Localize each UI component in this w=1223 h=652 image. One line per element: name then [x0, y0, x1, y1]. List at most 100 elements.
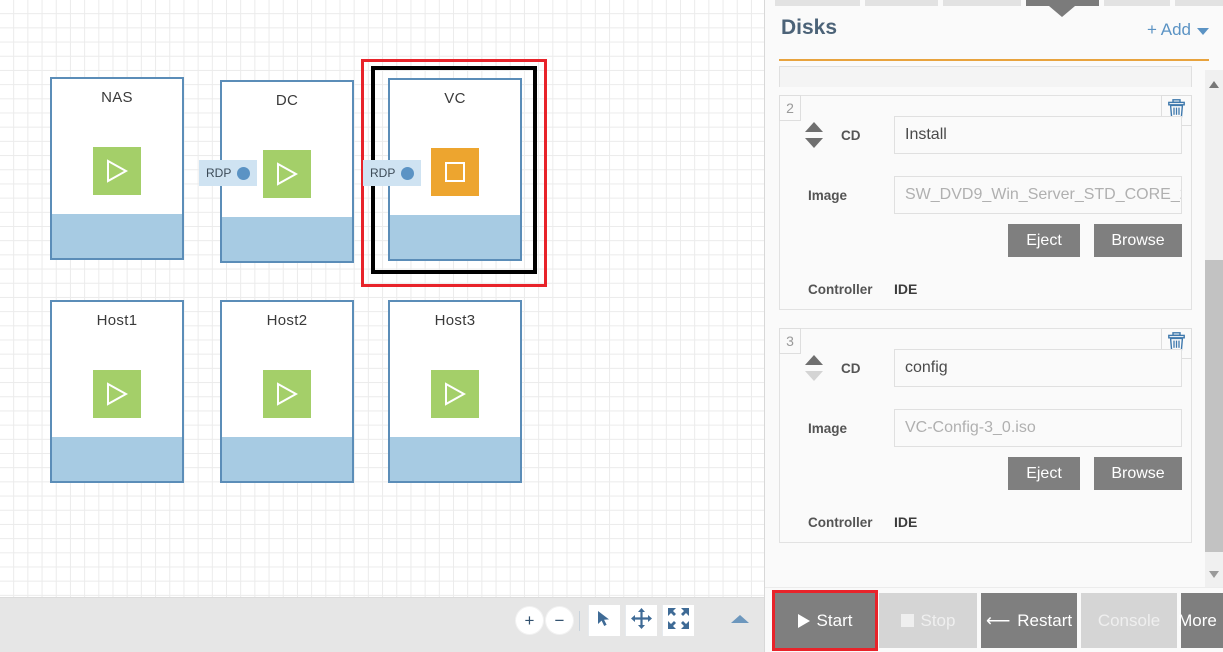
canvas-node-nas[interactable]: NAS: [50, 77, 184, 260]
disk-index-badge: 3: [779, 328, 801, 354]
disk-controller-label: Controller: [808, 282, 873, 297]
disk-card: 3 CD config Image VC-Config-3_0.iso Ejec…: [779, 328, 1192, 543]
node-fill-bar: [390, 437, 520, 481]
node-fill-bar: [222, 437, 352, 481]
disk-order-stepper[interactable]: [805, 351, 823, 387]
link-status-dot: [237, 166, 251, 180]
move-down-icon[interactable]: [805, 138, 823, 148]
stop-button-label: Stop: [920, 610, 956, 630]
play-icon: [444, 382, 466, 406]
node-state-play-icon: [93, 147, 141, 195]
disk-controller-label: Controller: [808, 515, 873, 530]
pan-tool-button[interactable]: [625, 605, 657, 636]
disk-image-input[interactable]: SW_DVD9_Win_Server_STD_CORE_20: [894, 176, 1182, 214]
page-title: Disks: [781, 16, 838, 39]
disk-list: 2 CD Install Image SW_DVD9_Win_Server_ST…: [765, 64, 1205, 587]
select-tool-button[interactable]: [588, 605, 620, 636]
restart-icon: ⟶: [985, 611, 1011, 630]
zoom-in-button[interactable]: +: [516, 607, 543, 634]
move-icon: [631, 607, 652, 634]
node-label: Host2: [266, 312, 308, 329]
link-status-dot: [401, 166, 415, 180]
console-button-label: Console: [1097, 610, 1161, 630]
stop-icon: [900, 614, 914, 627]
restart-button-label: Restart: [1017, 610, 1073, 630]
link-badge-rdp-dc-vc[interactable]: RDP: [363, 160, 422, 186]
canvas-tool-group: + −: [516, 605, 694, 636]
tab-1[interactable]: [775, 0, 860, 6]
add-disk-label: + Add: [1147, 20, 1191, 39]
browse-button[interactable]: Browse: [1094, 457, 1182, 490]
disk-name-input[interactable]: config: [894, 349, 1182, 387]
node-label: Host3: [434, 312, 476, 329]
canvas-toolbar: + −: [0, 597, 765, 652]
node-label: NAS: [101, 89, 133, 106]
canvas-node-host1[interactable]: Host1: [50, 300, 184, 483]
move-up-icon[interactable]: [805, 355, 823, 365]
play-icon: [276, 162, 298, 186]
more-button-label: More: [1178, 610, 1217, 630]
tab-2[interactable]: [865, 0, 938, 6]
disk-image-input[interactable]: VC-Config-3_0.iso: [894, 409, 1182, 447]
vm-action-bar: Start Stop ⟶ Restart Console More: [765, 587, 1223, 652]
canvas-node-host3[interactable]: Host3: [388, 300, 522, 483]
move-up-icon[interactable]: [805, 122, 823, 132]
tab-3[interactable]: [943, 0, 1021, 6]
topology-canvas[interactable]: NAS DC VC Host1 Host2 Host3 RDP RDP + −: [0, 0, 765, 652]
application-window: NAS DC VC Host1 Host2 Host3 RDP RDP + − …: [0, 0, 1223, 652]
zoom-out-button[interactable]: −: [546, 607, 573, 634]
disk-order-stepper[interactable]: [805, 118, 823, 154]
minus-icon: −: [554, 611, 565, 630]
restart-button[interactable]: ⟶ Restart: [981, 593, 1077, 648]
disk-type-label: CD: [841, 128, 861, 143]
stop-button: Stop: [879, 593, 977, 648]
pointer-icon: [597, 610, 612, 632]
node-fill-bar: [52, 214, 182, 258]
disk-controller-value: IDE: [894, 514, 918, 530]
link-label: RDP: [370, 166, 396, 180]
eject-button[interactable]: Eject: [1008, 224, 1080, 257]
node-state-play-icon: [93, 370, 141, 418]
node-state-play-icon: [263, 150, 311, 198]
node-state-play-icon: [263, 370, 311, 418]
header-accent-rule: [779, 59, 1209, 61]
plus-icon: +: [524, 611, 535, 630]
fit-to-screen-button[interactable]: [662, 605, 694, 636]
play-icon: [106, 159, 128, 183]
tab-6[interactable]: [1175, 0, 1223, 6]
canvas-toolbar-collapse-icon[interactable]: [731, 615, 749, 623]
play-icon: [106, 382, 128, 406]
disk-name-input[interactable]: Install: [894, 116, 1182, 154]
move-down-icon: [805, 371, 823, 381]
disk-controller-value: IDE: [894, 281, 918, 297]
disk-image-label: Image: [808, 421, 848, 436]
node-state-play-icon: [431, 370, 479, 418]
scroll-up-icon[interactable]: [1209, 81, 1219, 88]
scrollbar-thumb[interactable]: [1205, 260, 1223, 552]
panel-tabstrip: [765, 0, 1223, 17]
disk-card: 2 CD Install Image SW_DVD9_Win_Server_ST…: [779, 95, 1192, 310]
disk-type-label: CD: [841, 361, 861, 376]
disk-index-badge: 2: [779, 95, 801, 121]
link-badge-rdp-nas-dc[interactable]: RDP: [199, 160, 258, 186]
start-button-focus-ring: [772, 590, 878, 651]
node-fill-bar: [222, 217, 352, 261]
canvas-node-host2[interactable]: Host2: [220, 300, 354, 483]
toolbar-divider: [579, 610, 580, 631]
console-button: Console: [1081, 593, 1177, 648]
node-fill-bar: [52, 437, 182, 481]
eject-button[interactable]: Eject: [1008, 457, 1080, 490]
fullscreen-icon: [668, 607, 689, 634]
play-icon: [276, 382, 298, 406]
tab-5[interactable]: [1104, 0, 1170, 6]
node-label: DC: [275, 92, 299, 109]
panel-scrollbar[interactable]: [1205, 70, 1223, 587]
panel-header: Disks + Add: [765, 16, 1223, 58]
node-label: Host1: [96, 312, 138, 329]
scroll-down-icon[interactable]: [1209, 571, 1219, 578]
add-disk-button[interactable]: + Add: [1147, 20, 1209, 40]
chevron-down-icon: [1197, 28, 1209, 35]
browse-button[interactable]: Browse: [1094, 224, 1182, 257]
disk-card-partial: [779, 66, 1192, 87]
more-button[interactable]: More: [1178, 593, 1223, 648]
